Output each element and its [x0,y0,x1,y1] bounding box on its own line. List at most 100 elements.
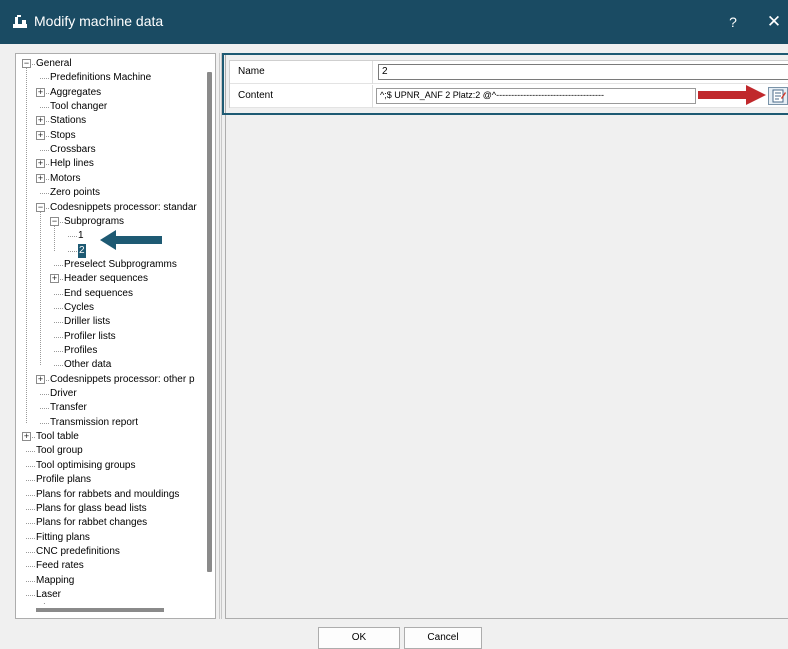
highlight-frame [222,53,788,115]
window-title: Modify machine data [34,13,164,29]
tree-item-label: Profiles [64,345,98,356]
tree-item[interactable]: − Subprograms [16,215,204,229]
tree-connector [46,164,49,166]
tree-item[interactable]: Tool changer [16,100,204,114]
tree-connector [26,551,35,553]
tree-item[interactable]: + Tool table [16,430,204,444]
tree-item[interactable]: Plans for glass bead lists [16,502,204,516]
collapse-icon[interactable]: − [36,202,45,212]
tree-connector [32,64,35,65]
title-bar: Modify machine data ? ✕ [0,0,788,44]
help-button[interactable]: ? [718,8,748,36]
tree-item[interactable]: End sequences [16,287,204,301]
tree-connector [26,580,35,582]
cancel-button[interactable]: Cancel [404,627,482,649]
tree-item[interactable]: − Codesnippets processor: standar [16,201,204,215]
tree-item[interactable]: Plans for rabbet changes [16,516,204,530]
tree-item-label: Stations [50,115,87,127]
tree-item[interactable]: Feed rates [16,559,204,573]
expand-icon[interactable]: + [36,116,45,126]
tree-item-label: Driver [50,388,77,400]
expand-icon[interactable]: + [36,374,45,384]
tree-connector [26,451,35,453]
tree-item[interactable]: Other data [16,358,204,372]
tree-connector [32,437,35,439]
tree-item-label: Crossbars [50,144,96,156]
tree-item[interactable]: Transfer [16,401,204,415]
tree-item[interactable]: + Aggregates [16,86,204,100]
tree-item-label: Profiler lists [64,330,116,342]
tree-connector [46,135,49,137]
red-pointer-arrow-icon [698,85,766,105]
tree-item-label: 1 [78,230,84,242]
tree-item[interactable]: Predefinitions Machine [16,71,204,85]
tree-connector [40,107,49,109]
tree-horizontal-scrollbar[interactable] [16,604,204,616]
ok-button[interactable]: OK [318,627,400,649]
tree-item-label: Tool optimising groups [36,459,136,471]
tree-item-label: Subprograms [64,215,125,227]
tree-connector [26,566,35,568]
tree-item[interactable]: Preselect Subprogramms [16,258,204,272]
tree-item-label: Codesnippets processor: standar [50,201,197,213]
tree-item[interactable]: − General [16,57,204,71]
tree-connector [68,250,77,252]
tree-item[interactable]: Plans for rabbets and mouldings [16,488,204,502]
tree-item[interactable]: Tool optimising groups [16,459,204,473]
tree-connector [54,225,55,251]
tree-item[interactable]: + Stops [16,129,204,143]
tree-item-label: General [36,58,72,69]
tree-item[interactable]: Fitting plans [16,531,204,545]
tree-item[interactable]: Profile plans [16,473,204,487]
tree-item[interactable]: Laser [16,588,204,602]
modify-machine-data-dialog: Modify machine data ? ✕ − General Predefin… [0,0,788,649]
tree-item-label: Cycles [64,301,95,313]
collapse-icon[interactable]: − [50,216,59,226]
tree-item[interactable]: + Motors [16,172,204,186]
tree-item[interactable]: CNC predefinitions [16,545,204,559]
tree-item-label: CNC predefinitions [36,545,120,557]
tree-item-label: Fitting plans [36,531,90,543]
tree-connector [26,68,27,423]
tree-item[interactable]: + Codesnippets processor: other p [16,373,204,387]
expand-icon[interactable]: + [36,159,45,169]
expand-icon[interactable]: + [36,173,45,183]
tree-item-label-selected: 2 [78,243,86,258]
tree-item-label: Predefinitions Machine [50,72,152,84]
tree-connector [26,465,35,467]
tree-vertical-scrollbar[interactable] [204,54,215,618]
tree-connector [40,150,49,152]
tree-connector [40,78,49,80]
tree-item[interactable]: Profiler lists [16,330,204,344]
tree-item[interactable]: + Header sequences [16,272,204,286]
tree-item[interactable]: Driver [16,387,204,401]
tree-item-label: Driller lists [64,316,111,328]
tree-vertical-scroll-thumb[interactable] [207,72,212,572]
tree-item[interactable]: Profiles [16,344,204,358]
tree-item[interactable]: Zero points [16,186,204,200]
tree-item[interactable]: Transmission report [16,416,204,430]
tree-item[interactable]: Crossbars [16,143,204,157]
tree-item[interactable]: + Stations [16,114,204,128]
tree-item[interactable]: Driller lists [16,315,204,329]
panel-splitter[interactable] [219,53,222,619]
tree-horizontal-scroll-thumb[interactable] [36,608,164,612]
close-button[interactable]: ✕ [760,8,788,36]
tree-item[interactable]: Tool group [16,444,204,458]
tree-connector [26,594,35,596]
tree-connector [40,422,49,424]
tree-connector [54,351,63,352]
tree-item[interactable]: Mapping [16,574,204,588]
tree-connector [68,236,77,238]
tree-item-label: Laser [36,588,62,600]
tree-item[interactable]: Cycles [16,301,204,315]
tree-item[interactable]: + Help lines [16,157,204,171]
tree-connector [26,537,35,539]
tree-connector [54,322,63,324]
machine-data-tree-panel: − General Predefinitions Machine + Aggregate… [15,53,216,619]
expand-icon[interactable]: + [22,432,31,442]
collapse-icon[interactable]: − [22,59,31,68]
expand-icon[interactable]: + [36,87,45,97]
expand-icon[interactable]: + [50,274,59,284]
expand-icon[interactable]: + [36,130,45,140]
